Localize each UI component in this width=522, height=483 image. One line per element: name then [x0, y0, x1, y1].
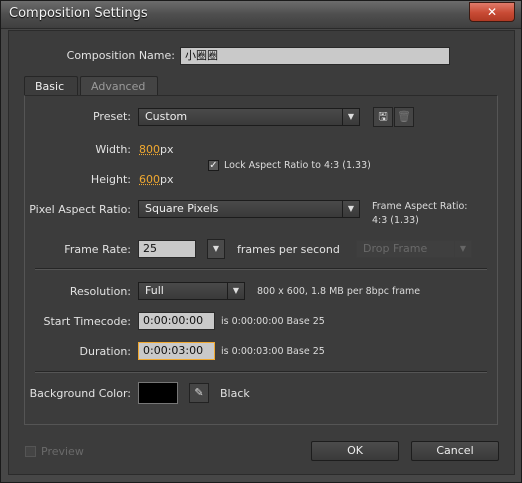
lock-aspect-label: Lock Aspect Ratio to 4:3 (1.33) — [224, 160, 371, 171]
preset-value: Custom — [145, 110, 188, 123]
resolution-label: Resolution: — [69, 285, 131, 298]
height-value[interactable]: 600 — [139, 173, 160, 186]
preview-label: Preview — [41, 445, 84, 458]
lock-aspect-checkbox[interactable]: ✓ — [208, 160, 219, 171]
pixel-aspect-label: Pixel Aspect Ratio: — [29, 203, 131, 216]
duration-info: is 0:00:03:00 Base 25 — [221, 346, 325, 357]
resolution-value: Full — [145, 284, 164, 297]
duration-label: Duration: — [79, 345, 131, 358]
resolution-info: 800 x 600, 1.8 MB per 8bpc frame — [257, 286, 421, 297]
frame-aspect-label: Frame Aspect Ratio: — [372, 201, 468, 212]
width-unit: px — [160, 143, 174, 156]
composition-name-label: Composition Name: — [66, 49, 175, 62]
drop-frame-value: Drop Frame — [363, 242, 428, 255]
preview-checkbox[interactable] — [25, 446, 36, 457]
frame-rate-menu-button[interactable]: ▼ — [207, 239, 225, 259]
pixel-aspect-dropdown[interactable]: Square Pixels ▼ — [138, 200, 360, 218]
background-color-label: Background Color: — [29, 387, 131, 400]
close-button[interactable]: ✕ — [469, 2, 515, 22]
trash-icon: 🗑 — [397, 110, 411, 123]
divider — [35, 371, 487, 373]
chevron-down-icon: ▼ — [342, 201, 359, 217]
frame-rate-input[interactable]: 25 — [138, 240, 196, 258]
preset-dropdown[interactable]: Custom ▼ — [138, 108, 360, 126]
composition-settings-dialog: Composition Settings ✕ Composition Name:… — [0, 0, 522, 483]
delete-preset-button[interactable]: 🗑 — [394, 107, 414, 127]
start-timecode-input[interactable]: 0:00:00:00 — [138, 312, 215, 330]
composition-name-input[interactable]: 小圈圈 — [180, 47, 450, 65]
start-timecode-label: Start Timecode: — [43, 315, 131, 328]
divider — [35, 268, 487, 270]
save-preset-button[interactable]: 🖫 — [373, 107, 393, 127]
frame-rate-label: Frame Rate: — [64, 243, 131, 256]
window-title: Composition Settings — [9, 6, 148, 21]
resolution-dropdown[interactable]: Full ▼ — [138, 282, 245, 300]
chevron-down-icon: ▼ — [227, 283, 244, 299]
background-color-name: Black — [220, 387, 250, 400]
pixel-aspect-value: Square Pixels — [145, 202, 219, 215]
preset-label: Preset: — [92, 110, 131, 123]
eyedropper-icon: ✎ — [194, 386, 204, 399]
frame-rate-unit: frames per second — [237, 243, 340, 256]
start-timecode-info: is 0:00:00:00 Base 25 — [221, 316, 325, 327]
drop-frame-dropdown: Drop Frame ▼ — [356, 240, 472, 258]
eyedropper-button[interactable]: ✎ — [189, 383, 209, 403]
height-label: Height: — [90, 173, 131, 186]
width-value[interactable]: 800 — [139, 143, 160, 156]
title-bar[interactable]: Composition Settings ✕ — [1, 1, 521, 29]
chevron-down-icon: ▼ — [454, 241, 471, 257]
height-unit: px — [160, 173, 174, 186]
ok-button[interactable]: OK — [311, 441, 399, 461]
chevron-down-icon: ▼ — [342, 109, 359, 125]
cancel-button[interactable]: Cancel — [411, 441, 499, 461]
tab-advanced[interactable]: Advanced — [80, 76, 158, 96]
save-icon: 🖫 — [378, 110, 388, 123]
chevron-down-icon: ▼ — [212, 244, 220, 253]
frame-aspect-value: 4:3 (1.33) — [372, 215, 419, 226]
tab-basic[interactable]: Basic — [24, 76, 78, 96]
background-color-swatch[interactable] — [138, 382, 178, 404]
width-label: Width: — [95, 143, 131, 156]
duration-input[interactable]: 0:00:03:00 — [138, 342, 215, 360]
